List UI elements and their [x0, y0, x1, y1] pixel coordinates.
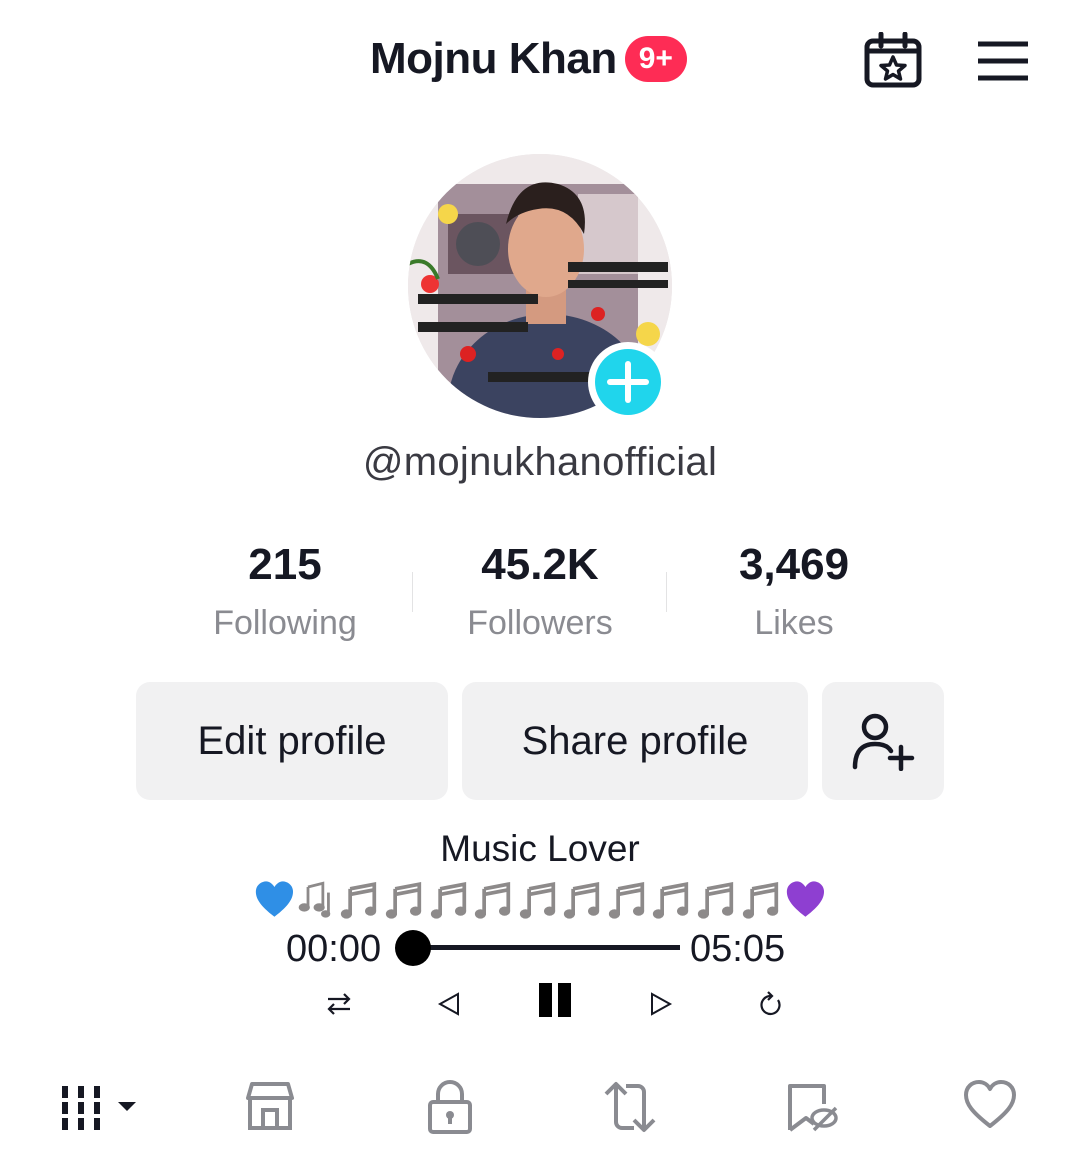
note-icon — [653, 881, 689, 919]
shop-icon — [246, 1082, 294, 1130]
tab-reposts[interactable] — [600, 1078, 660, 1138]
tab-favorites[interactable] — [784, 1078, 840, 1138]
repeat-button[interactable] — [756, 984, 786, 1024]
tab-videos[interactable] — [58, 1078, 142, 1138]
bio-emoji-row — [254, 876, 826, 924]
stat-divider — [666, 572, 667, 612]
profile-stats: 215 Following 45.2K Followers 3,469 Like… — [0, 540, 1080, 650]
following-label: Following — [213, 604, 357, 642]
likes-count: 3,469 — [738, 540, 850, 589]
current-time: 00:00 — [286, 928, 382, 970]
repost-icon — [604, 1082, 656, 1132]
add-friend-icon — [852, 713, 915, 771]
title-group[interactable]: Mojnu Khan 9+ — [370, 34, 687, 84]
pause-button[interactable] — [534, 980, 576, 1020]
progress-track[interactable] — [412, 945, 680, 950]
videos-grid-icon — [62, 1086, 136, 1130]
heart-outline-icon — [964, 1080, 1016, 1128]
next-icon — [651, 992, 673, 1016]
note-icon — [608, 881, 645, 919]
shuffle-icon — [327, 993, 351, 1015]
edit-profile-button[interactable]: Edit profile — [136, 682, 448, 800]
followers-label: Followers — [467, 604, 613, 642]
pause-icon — [539, 983, 571, 1017]
plus-icon — [607, 361, 649, 403]
note-icon — [519, 881, 555, 919]
note-icon — [385, 881, 422, 919]
blue-heart-icon — [255, 881, 294, 917]
profile-tab-bar — [0, 1070, 1080, 1150]
note-icon — [742, 881, 778, 919]
stat-divider — [412, 572, 413, 612]
stat-likes[interactable]: 3,469 Likes — [667, 540, 921, 643]
progress-knob[interactable] — [395, 930, 431, 966]
repeat-icon — [760, 991, 781, 1016]
bio-title: Music Lover — [440, 828, 640, 869]
next-button[interactable] — [646, 984, 676, 1024]
profile-name: Mojnu Khan — [370, 34, 617, 83]
add-friend-button[interactable] — [822, 682, 944, 800]
add-avatar-button[interactable] — [588, 342, 668, 422]
hamburger-menu-icon[interactable] — [976, 40, 1030, 82]
previous-icon — [437, 992, 459, 1016]
note-icon — [697, 881, 734, 919]
followers-count: 45.2K — [481, 540, 599, 589]
bookmark-hidden-icon — [788, 1084, 838, 1132]
shuffle-button[interactable] — [322, 984, 356, 1024]
purple-heart-icon — [787, 881, 825, 917]
tab-private[interactable] — [424, 1078, 476, 1138]
share-profile-button[interactable]: Share profile — [462, 682, 808, 800]
duration: 05:05 — [690, 928, 786, 970]
tab-liked[interactable] — [962, 1078, 1018, 1138]
notification-badge: 9+ — [624, 36, 687, 82]
note-icon — [341, 881, 377, 919]
tab-shop[interactable] — [242, 1078, 298, 1138]
stat-followers[interactable]: 45.2K Followers — [413, 540, 667, 643]
likes-label: Likes — [754, 604, 834, 642]
note-icon — [430, 881, 466, 919]
note-icon — [475, 881, 511, 919]
note-icon — [564, 881, 600, 919]
previous-button[interactable] — [434, 984, 464, 1024]
following-count: 215 — [248, 540, 322, 589]
profile-header: Mojnu Khan 9+ — [0, 0, 1080, 120]
username: @mojnukhanofficial — [362, 440, 718, 484]
stat-following[interactable]: 215 Following — [158, 540, 412, 643]
notes-icon — [298, 881, 331, 918]
calendar-star-icon[interactable] — [864, 32, 922, 88]
lock-icon — [428, 1080, 472, 1134]
